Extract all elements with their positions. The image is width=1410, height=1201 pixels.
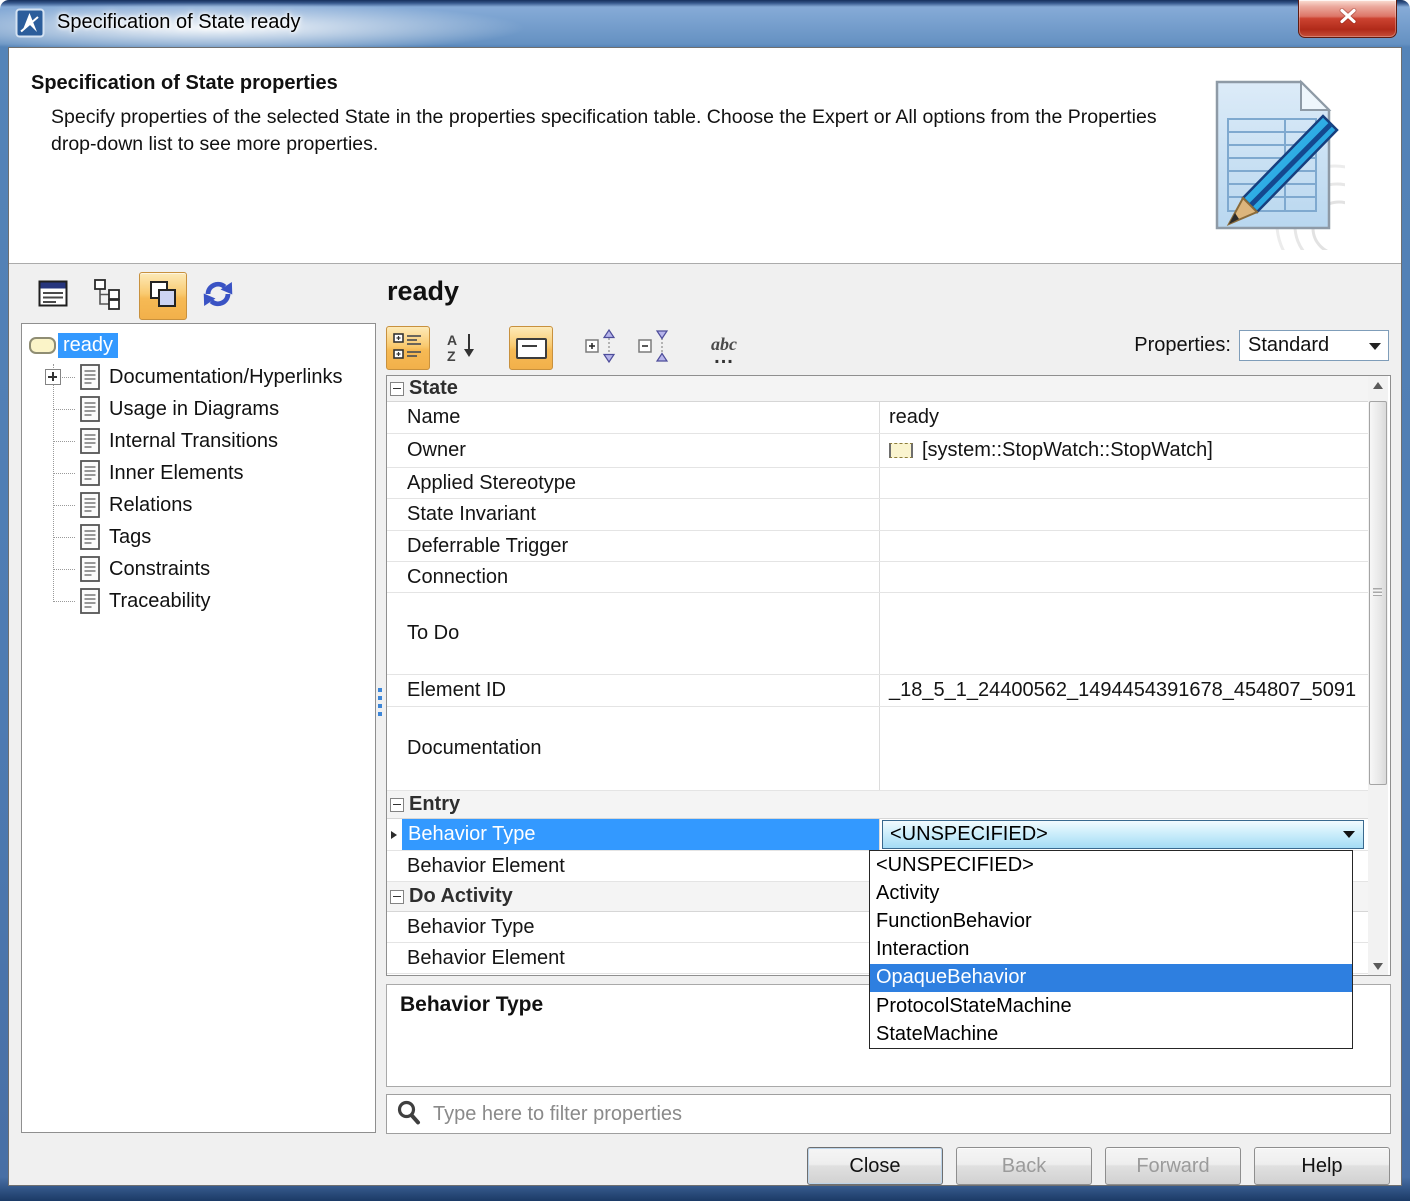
scroll-up-icon[interactable] <box>1368 376 1388 394</box>
collapse-section-icon[interactable] <box>390 381 404 396</box>
collapse-section-icon[interactable] <box>390 797 404 812</box>
document-page-icon <box>78 555 102 583</box>
dialog-toolbar <box>29 272 242 320</box>
app-icon <box>15 8 45 38</box>
categorized-view-button[interactable] <box>386 326 430 370</box>
dropdown-option-statemachine[interactable]: StateMachine <box>870 1020 1352 1048</box>
stack-view-button[interactable] <box>139 272 187 320</box>
document-page-icon <box>78 587 102 615</box>
filter-properties-input[interactable] <box>431 1101 1390 1127</box>
form-view-icon <box>38 280 68 312</box>
collapse-all-icon <box>637 329 671 368</box>
title-bar[interactable]: Specification of State ready <box>0 0 1410 47</box>
refresh-icon <box>202 278 234 315</box>
properties-scrollbar[interactable] <box>1368 376 1388 975</box>
scrollbar-thumb[interactable] <box>1369 401 1387 785</box>
selected-row-marker-icon <box>391 830 397 839</box>
expand-plus-icon[interactable] <box>45 369 61 385</box>
document-pencil-illustration <box>1203 74 1395 284</box>
property-row-deferrable-trigger[interactable]: Deferrable Trigger <box>387 531 1368 562</box>
dropdown-option-interaction[interactable]: Interaction <box>870 936 1352 964</box>
behavior-type-dropdown-list: <UNSPECIFIED> Activity FunctionBehavior … <box>869 850 1353 1049</box>
categorized-view-icon <box>392 331 424 366</box>
property-row-name[interactable]: Name ready <box>387 402 1368 434</box>
tree-item-tags[interactable]: Tags <box>22 521 375 553</box>
properties-toolbar: A Z abc ... Properties: Standard <box>386 325 1391 371</box>
document-page-icon <box>78 491 102 519</box>
state-icon <box>29 336 56 354</box>
header-title: Specification of State properties <box>31 72 338 94</box>
property-row-element-id[interactable]: Element ID _18_5_1_24400562_149445439167… <box>387 675 1368 707</box>
property-row-entry-behavior-type[interactable]: Behavior Type <UNSPECIFIED> <box>387 819 1368 851</box>
selected-node-title: ready <box>387 276 460 306</box>
tree-item-constraints[interactable]: Constraints <box>22 553 375 585</box>
dropdown-option-functionbehavior[interactable]: FunctionBehavior <box>870 907 1352 935</box>
property-description-title: Behavior Type <box>400 993 544 1016</box>
document-page-icon <box>78 427 102 455</box>
tree-item-relations[interactable]: Relations <box>22 489 375 521</box>
collapse-section-icon[interactable] <box>390 889 404 904</box>
tree-item-traceability[interactable]: Traceability <box>22 585 375 617</box>
panel-splitter-handle[interactable] <box>378 688 382 718</box>
collapse-all-button[interactable] <box>632 326 676 370</box>
tree-item-internal-transitions[interactable]: Internal Transitions <box>22 425 375 457</box>
close-dialog-button[interactable]: Close <box>807 1147 943 1185</box>
search-icon <box>396 1099 422 1130</box>
chevron-down-icon <box>1369 343 1381 350</box>
sort-alphabetically-button[interactable]: A Z <box>439 326 483 370</box>
document-page-icon <box>78 523 102 551</box>
back-button: Back <box>956 1147 1092 1185</box>
property-row-connection[interactable]: Connection <box>387 562 1368 593</box>
document-page-icon <box>78 459 102 487</box>
tree-item-inner-elements[interactable]: Inner Elements <box>22 457 375 489</box>
document-page-icon <box>78 363 102 391</box>
property-row-documentation[interactable]: Documentation <box>387 707 1368 791</box>
show-description-button[interactable] <box>509 326 553 370</box>
tree-item-documentation-hyperlinks[interactable]: Documentation/Hyperlinks <box>22 361 375 393</box>
owner-element-icon <box>889 443 913 458</box>
window-title: Specification of State ready <box>57 11 301 33</box>
dropdown-option-activity[interactable]: Activity <box>870 879 1352 907</box>
property-row-state-invariant[interactable]: State Invariant <box>387 499 1368 531</box>
property-row-applied-stereotype[interactable]: Applied Stereotype <box>387 468 1368 499</box>
dropdown-option-unspecified[interactable]: <UNSPECIFIED> <box>870 851 1352 879</box>
dropdown-option-protocolstatemachine[interactable]: ProtocolStateMachine <box>870 992 1352 1020</box>
tree-root-node[interactable]: ready <box>22 329 375 361</box>
form-view-button[interactable] <box>29 272 77 320</box>
abc-icon: abc ... <box>711 333 737 368</box>
filter-bar <box>386 1094 1391 1134</box>
close-button[interactable] <box>1298 0 1397 38</box>
sort-az-icon: A Z <box>444 332 478 364</box>
close-icon <box>1338 8 1358 29</box>
specification-tree-panel: ready Documentation/Hyperlinks Usage in … <box>21 323 376 1133</box>
tree-item-usage-in-diagrams[interactable]: Usage in Diagrams <box>22 393 375 425</box>
expand-all-button[interactable] <box>579 326 623 370</box>
dropdown-option-opaquebehavior[interactable]: OpaqueBehavior <box>870 963 1352 992</box>
tree-view-icon <box>93 278 123 315</box>
tree-root-label: ready <box>58 332 119 358</box>
property-row-owner[interactable]: Owner [system::StopWatch::StopWatch] <box>387 434 1368 468</box>
header-panel: Specification of State properties Specif… <box>9 48 1401 284</box>
dialog-client-area: Specification of State properties Specif… <box>8 47 1402 1186</box>
expand-all-icon <box>584 328 618 368</box>
dialog-button-bar: Close Back Forward Help <box>807 1147 1390 1185</box>
properties-mode-label: Properties: <box>1134 334 1231 356</box>
description-area-icon <box>515 337 547 359</box>
refresh-button[interactable] <box>194 272 242 320</box>
behavior-type-combobox[interactable]: <UNSPECIFIED> <box>882 820 1364 849</box>
forward-button: Forward <box>1105 1147 1241 1185</box>
scroll-down-icon[interactable] <box>1368 957 1388 975</box>
header-description: Specify properties of the selected State… <box>51 106 1157 155</box>
section-header-entry[interactable]: Entry <box>387 791 1368 819</box>
stack-view-icon <box>148 279 178 314</box>
property-row-to-do[interactable]: To Do <box>387 593 1368 675</box>
specification-dialog-window: { "window": { "title": "Specification of… <box>0 0 1410 1201</box>
document-page-icon <box>78 395 102 423</box>
section-header-state[interactable]: State <box>387 376 1368 402</box>
show-full-values-button[interactable]: abc ... <box>702 326 746 370</box>
help-button[interactable]: Help <box>1254 1147 1390 1185</box>
chevron-down-icon <box>1343 831 1355 838</box>
tree-view-button[interactable] <box>84 272 132 320</box>
properties-mode-combobox[interactable]: Standard <box>1239 330 1389 361</box>
